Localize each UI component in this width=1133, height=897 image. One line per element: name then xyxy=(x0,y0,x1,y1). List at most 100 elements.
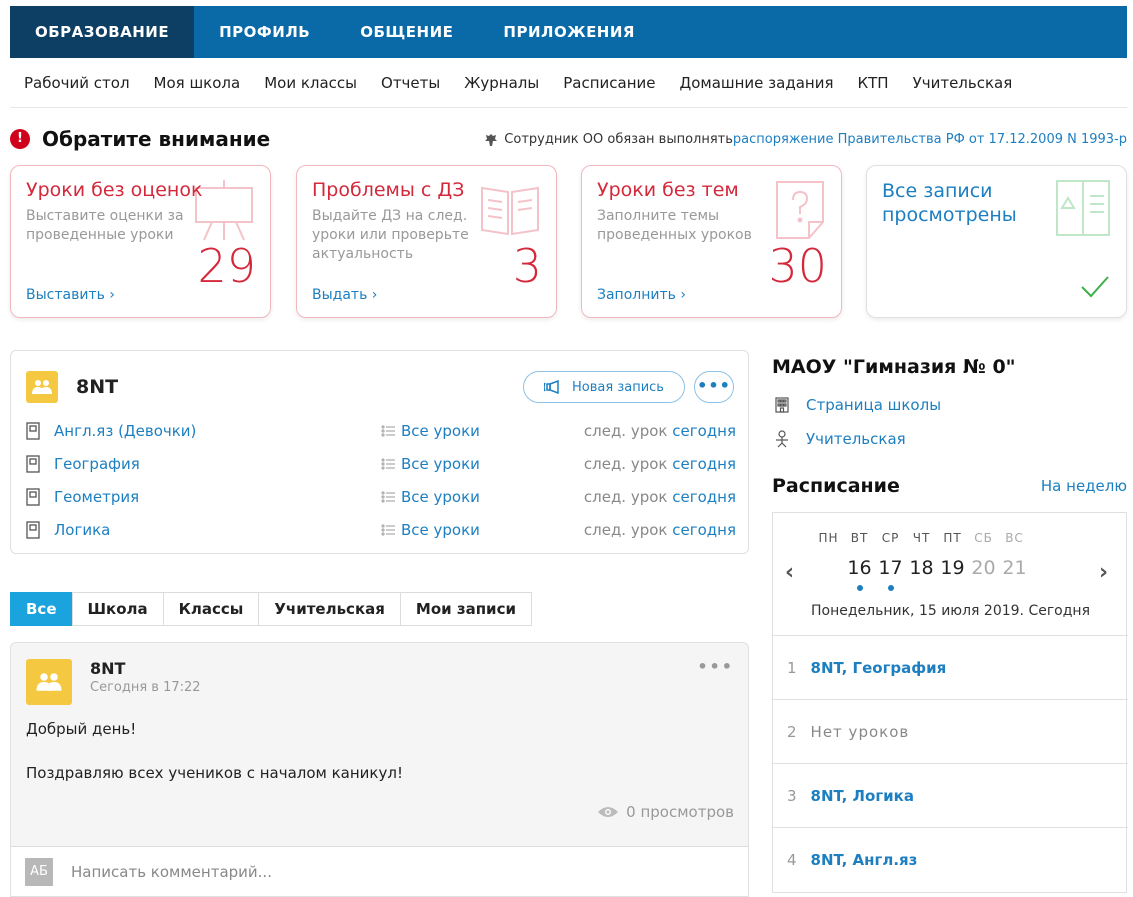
lesson-row: 4 8NT, Англ.яз xyxy=(773,827,1128,891)
next-lesson-today-link[interactable]: сегодня xyxy=(672,422,736,440)
checkmark-icon xyxy=(1081,276,1109,298)
tab-my-posts[interactable]: Мои записи xyxy=(399,592,532,626)
tab-all[interactable]: Все xyxy=(10,592,73,626)
notebook-icon xyxy=(1056,180,1110,236)
lesson-number: 2 xyxy=(787,722,797,741)
school-page-link[interactable]: Страница школы xyxy=(774,396,941,414)
next-lesson-today-link[interactable]: сегодня xyxy=(672,521,736,539)
card-description: Выдайте ДЗ на след. уроки или проверьте … xyxy=(312,208,469,262)
weekday: СР xyxy=(881,531,900,545)
subnav-teachers-room[interactable]: Учительская xyxy=(913,74,1013,92)
weekday-row: ПН ВТ СР ЧТ ПТ СБ ВС xyxy=(813,531,1093,545)
teacher-icon xyxy=(776,430,788,448)
subject-link[interactable]: География xyxy=(54,455,354,473)
post-line: Поздравляю всех учеников с началом каник… xyxy=(26,764,403,782)
all-lessons-link[interactable]: Все уроки xyxy=(381,521,480,539)
all-lessons-link[interactable]: Все уроки xyxy=(381,422,480,440)
card-lessons-without-grades[interactable]: Уроки без оценок Выставите оценки за про… xyxy=(10,165,271,318)
megaphone-icon xyxy=(544,380,559,394)
card-lessons-without-topics[interactable]: Уроки без тем Заполните темы проведенных… xyxy=(581,165,842,318)
subject-link[interactable]: Англ.яз (Девочки) xyxy=(54,422,354,440)
teachers-room-link[interactable]: Учительская xyxy=(774,430,906,448)
subnav-homework[interactable]: Домашние задания xyxy=(680,74,834,92)
lesson-link[interactable]: 8NT, Логика xyxy=(811,787,914,805)
subject-link[interactable]: Геометрия xyxy=(54,488,354,506)
subnav-journals[interactable]: Журналы xyxy=(464,74,539,92)
all-lessons-label: Все уроки xyxy=(401,422,480,440)
eagle-emblem-icon xyxy=(485,133,498,146)
group-icon xyxy=(32,380,52,394)
subnav-my-classes[interactable]: Мои классы xyxy=(264,74,357,92)
card-action-link[interactable]: Заполнить › xyxy=(597,287,686,303)
date-cell[interactable]: 18 xyxy=(906,557,937,579)
card-action-link[interactable]: Выставить › xyxy=(26,287,115,303)
lesson-link[interactable]: 8NT, География xyxy=(811,659,947,677)
date-today[interactable]: 15 xyxy=(813,554,844,584)
class-name: 8NT xyxy=(76,376,119,398)
more-options-button[interactable]: ••• xyxy=(694,371,734,403)
nav-tab-communication[interactable]: ОБЩЕНИЕ xyxy=(335,6,478,58)
list-icon xyxy=(381,425,395,437)
all-lessons-link[interactable]: Все уроки xyxy=(381,455,480,473)
card-all-viewed[interactable]: Все записи просмотрены xyxy=(866,165,1127,318)
feed-post: 8NT Сегодня в 17:22 ••• Добрый день! Поз… xyxy=(10,642,749,847)
comment-box[interactable]: АБ Написать комментарий... xyxy=(10,846,749,897)
post-author-name[interactable]: 8NT xyxy=(90,659,201,678)
tab-classes[interactable]: Классы xyxy=(162,592,260,626)
card-title: Уроки без тем xyxy=(597,179,739,201)
date-cell[interactable]: 17 xyxy=(875,557,906,591)
next-lesson-today-link[interactable]: сегодня xyxy=(672,455,736,473)
subnav-desktop[interactable]: Рабочий стол xyxy=(24,74,130,92)
next-lesson: след. урок сегодня xyxy=(584,521,736,539)
nav-tab-education[interactable]: ОБРАЗОВАНИЕ xyxy=(10,6,195,58)
subnav-my-school[interactable]: Моя школа xyxy=(154,74,241,92)
schedule-title: Расписание xyxy=(772,475,900,497)
notice-link[interactable]: распоряжение Правительства РФ от 17.12.2… xyxy=(733,132,1127,147)
post-author: 8NT Сегодня в 17:22 xyxy=(26,659,201,705)
next-lesson-label: след. урок xyxy=(583,521,673,539)
week-schedule-link[interactable]: На неделю xyxy=(1041,477,1127,495)
nav-tab-profile[interactable]: ПРОФИЛЬ xyxy=(194,6,335,58)
post-more-button[interactable]: ••• xyxy=(697,657,734,676)
door-icon xyxy=(26,488,40,506)
card-action-link[interactable]: Выдать › xyxy=(312,287,377,303)
date-cell[interactable]: 19 xyxy=(937,557,968,579)
list-icon xyxy=(381,458,395,470)
lesson-row: 3 8NT, Логика xyxy=(773,763,1128,827)
school-name: МАОУ "Гимназия № 0" xyxy=(772,356,1016,378)
subnav-ktp[interactable]: КТП xyxy=(858,74,889,92)
card-title: Проблемы с ДЗ xyxy=(312,179,465,201)
post-line: Добрый день! xyxy=(26,720,137,738)
next-lesson-label: след. урок xyxy=(583,422,673,440)
weekday: ВС xyxy=(1005,531,1024,545)
next-lesson-today-link[interactable]: сегодня xyxy=(672,488,736,506)
class-header: 8NT xyxy=(26,371,118,403)
lesson-link[interactable]: 8NT, Англ.яз xyxy=(811,851,918,869)
subnav-schedule[interactable]: Расписание xyxy=(563,74,655,92)
tab-school[interactable]: Школа xyxy=(71,592,164,626)
tab-teachers-room[interactable]: Учительская xyxy=(258,592,401,626)
author-avatar[interactable] xyxy=(26,659,72,705)
date-cell[interactable]: 21 xyxy=(999,557,1030,579)
list-icon xyxy=(381,524,395,536)
new-entry-label: Новая запись xyxy=(572,379,664,395)
chevron-right-icon[interactable]: › xyxy=(1099,560,1108,585)
card-homework-problems[interactable]: Проблемы с ДЗ Выдайте ДЗ на след. уроки … xyxy=(296,165,557,318)
date-cell[interactable]: 16 xyxy=(844,557,875,591)
school-page-label: Страница школы xyxy=(806,396,942,414)
date-cell[interactable]: 20 xyxy=(968,557,999,579)
date-row: 15 16 17 18 19 20 21 xyxy=(813,554,1093,591)
new-entry-button[interactable]: Новая запись xyxy=(523,371,685,403)
user-avatar: АБ xyxy=(25,857,53,886)
door-icon xyxy=(26,455,40,473)
lesson-row: 2 Нет уроков xyxy=(773,699,1128,763)
chevron-left-icon[interactable]: ‹ xyxy=(785,560,794,585)
nav-tab-apps[interactable]: ПРИЛОЖЕНИЯ xyxy=(478,6,660,58)
subject-link[interactable]: Логика xyxy=(54,521,354,539)
comment-input[interactable]: Написать комментарий... xyxy=(71,863,272,881)
subnav-reports[interactable]: Отчеты xyxy=(381,74,440,92)
weekday: ЧТ xyxy=(912,531,931,545)
eye-icon xyxy=(598,807,619,817)
card-description: Заполните темы проведенных уроков xyxy=(597,208,752,243)
all-lessons-link[interactable]: Все уроки xyxy=(381,488,480,506)
